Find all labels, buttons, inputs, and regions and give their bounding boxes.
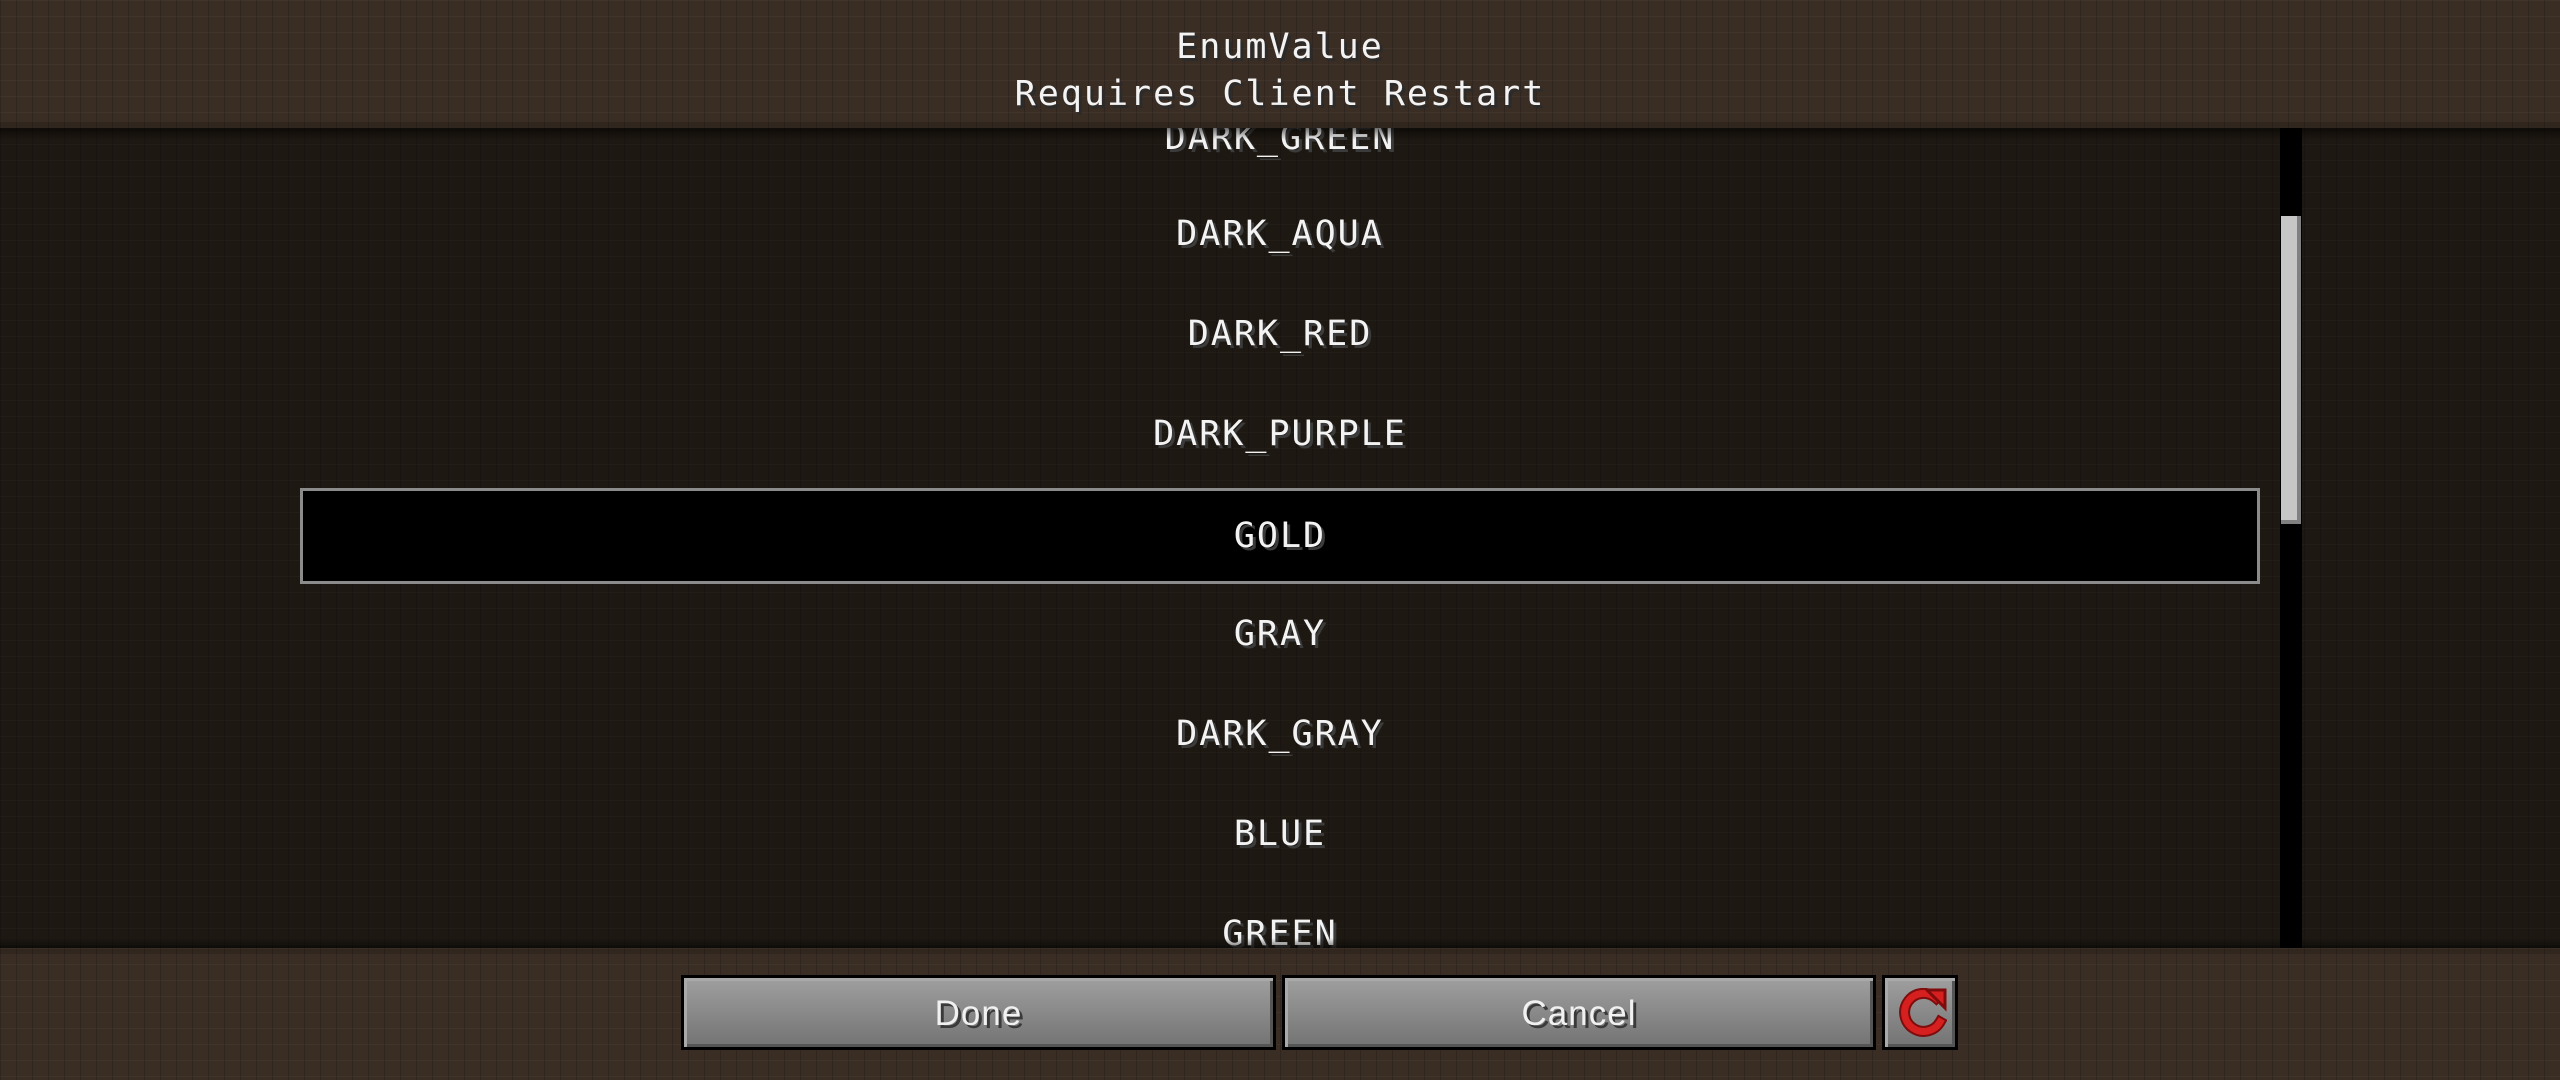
header: EnumValue Requires Client Restart — [0, 0, 2560, 128]
enum-options-container: DARK_GREEN DARK_AQUA DARK_RED DARK_PURPL… — [300, 128, 2260, 948]
config-enum-screen: EnumValue Requires Client Restart DARK_G… — [0, 0, 2560, 1080]
enum-option-gold-selected[interactable]: GOLD — [300, 488, 2260, 584]
enum-value-list: DARK_GREEN DARK_AQUA DARK_RED DARK_PURPL… — [0, 128, 2560, 948]
enum-option-green[interactable]: GREEN — [300, 886, 2260, 948]
restart-requirement-label: Requires Client Restart — [1014, 74, 1546, 114]
enum-option-dark-aqua[interactable]: DARK_AQUA — [300, 186, 2260, 282]
reset-button[interactable] — [1882, 975, 1958, 1050]
cancel-button[interactable]: Cancel — [1282, 975, 1876, 1050]
page-title: EnumValue — [1176, 27, 1384, 67]
list-scrollbar-thumb[interactable] — [2281, 216, 2301, 524]
enum-option-gray[interactable]: GRAY — [300, 586, 2260, 682]
footer — [0, 948, 2560, 1080]
enum-option-blue[interactable]: BLUE — [300, 786, 2260, 882]
enum-option-dark-gray[interactable]: DARK_GRAY — [300, 686, 2260, 782]
reset-icon — [1899, 988, 1947, 1037]
enum-option-dark-red[interactable]: DARK_RED — [300, 286, 2260, 382]
enum-option-dark-purple[interactable]: DARK_PURPLE — [300, 386, 2260, 482]
enum-option-dark-green[interactable]: DARK_GREEN — [300, 128, 2260, 186]
done-button[interactable]: Done — [681, 975, 1276, 1050]
